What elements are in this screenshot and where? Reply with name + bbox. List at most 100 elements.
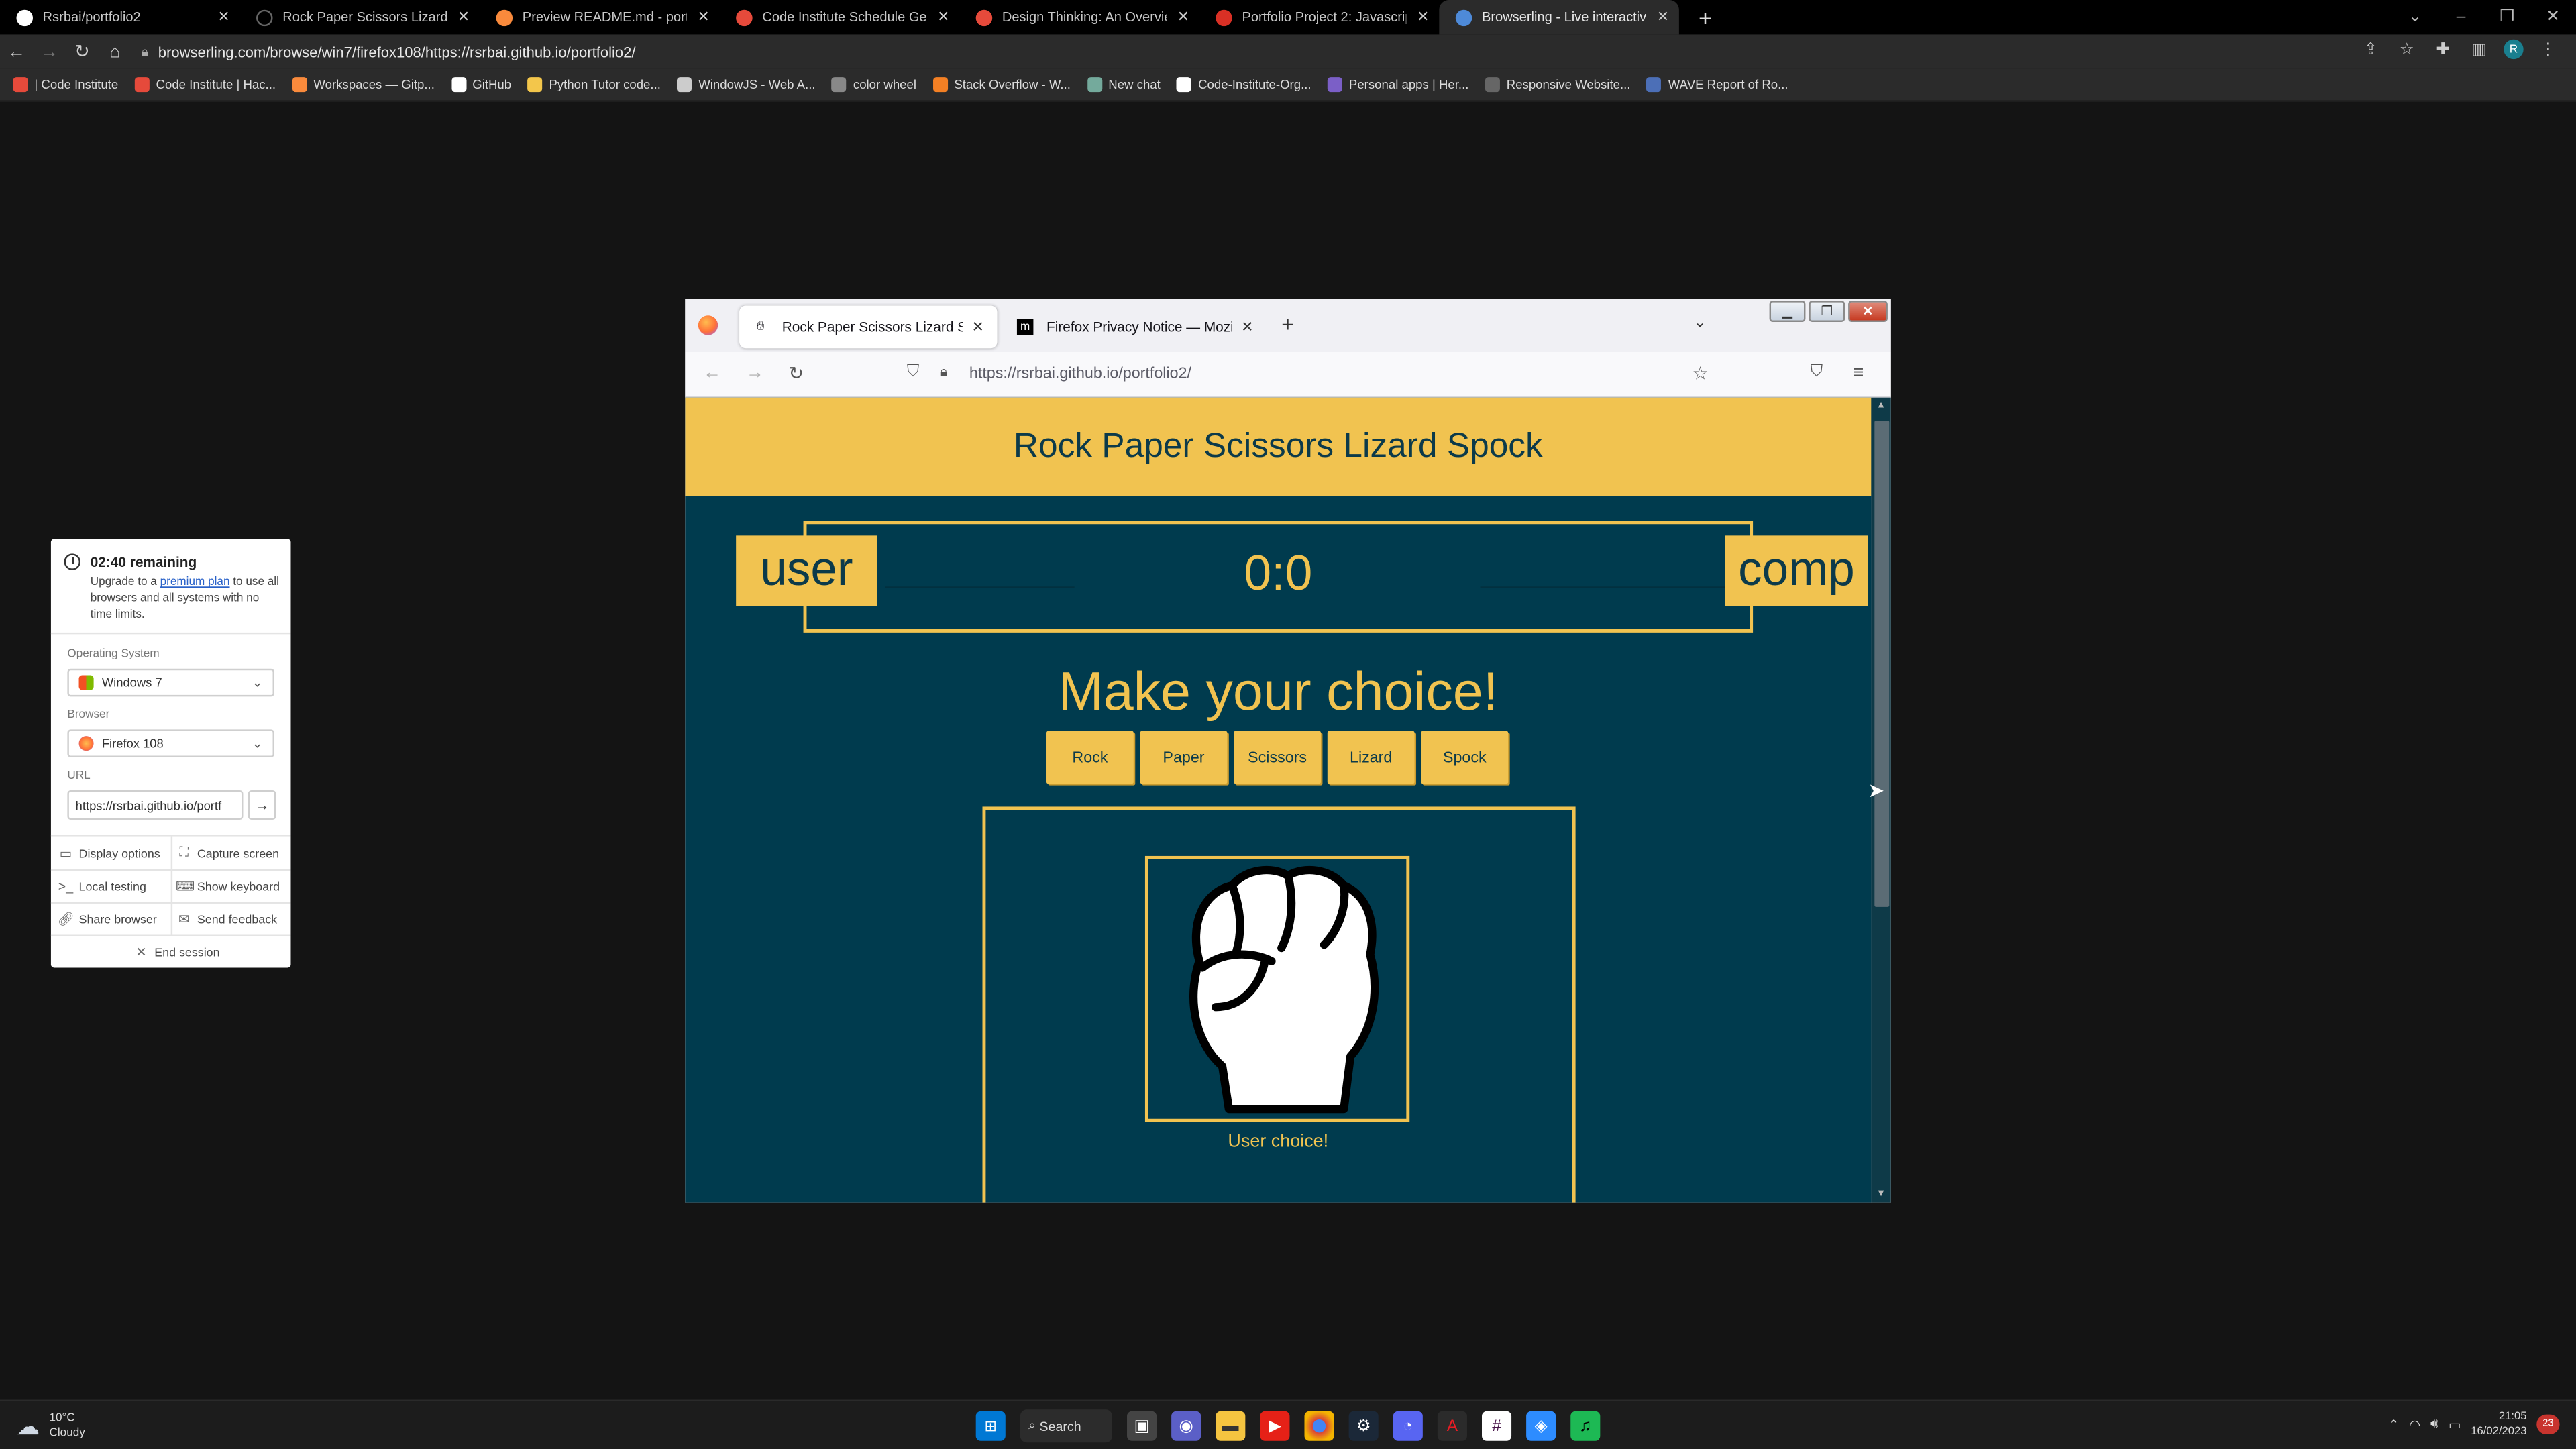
close-icon[interactable]: ✕ <box>217 8 229 26</box>
new-tab-button[interactable]: + <box>1281 312 1294 337</box>
minimize-icon[interactable]: – <box>2438 8 2484 26</box>
bookmark-item[interactable]: New chat <box>1087 77 1161 93</box>
shield-icon[interactable]: ⛉ <box>907 363 919 381</box>
list-tabs-icon[interactable]: ⌄ <box>1694 314 1706 332</box>
forward-icon[interactable]: → <box>746 363 764 382</box>
slack-icon[interactable]: # <box>1481 1411 1512 1441</box>
bookmark-star-icon[interactable]: ☆ <box>2396 40 2418 58</box>
wifi-icon[interactable]: ◠ <box>2409 1417 2420 1432</box>
tab-search-icon[interactable]: ⌄ <box>2392 8 2438 26</box>
forward-icon[interactable]: → <box>33 42 66 61</box>
steam-icon[interactable]: ⚙ <box>1348 1411 1379 1441</box>
youtube-icon[interactable]: ▶ <box>1260 1411 1290 1441</box>
premium-plan-link[interactable]: premium plan <box>160 577 230 588</box>
send-feedback-button[interactable]: ✉ Send feedback <box>176 902 277 935</box>
chrome-tab[interactable]: Rsrbai/portfolio2 ✕ <box>0 0 240 34</box>
scroll-up-icon[interactable]: ▲ <box>1871 401 1890 411</box>
scissors-button[interactable]: Scissors <box>1234 731 1321 784</box>
clock[interactable]: 21:05 16/02/2023 <box>2471 1409 2526 1439</box>
show-keyboard-button[interactable]: ⌨ Show keyboard <box>176 869 280 902</box>
go-arrow-icon[interactable]: → <box>248 790 276 820</box>
teams-chat-icon[interactable]: ◉ <box>1171 1411 1201 1441</box>
close-icon[interactable]: ✕ <box>697 8 709 26</box>
reload-icon[interactable]: ↻ <box>66 41 99 62</box>
bookmark-item[interactable]: color wheel <box>832 77 916 93</box>
pocket-icon[interactable]: ⛉ <box>1811 363 1823 381</box>
acrobat-icon[interactable]: A <box>1437 1411 1467 1441</box>
taskbar-search[interactable]: ⌕ Search <box>1020 1409 1112 1443</box>
bookmark-item[interactable]: Personal apps | Her... <box>1328 77 1468 93</box>
bookmark-item[interactable]: Stack Overflow - W... <box>932 77 1071 93</box>
lock-icon[interactable]: 🔒︎ <box>940 363 948 381</box>
minimize-icon[interactable]: ▁ <box>1769 301 1806 323</box>
scroll-thumb[interactable] <box>1874 420 1890 907</box>
chevron-up-icon[interactable]: ⌃ <box>2388 1417 2399 1432</box>
local-testing-button[interactable]: >_ Local testing <box>58 869 146 902</box>
task-view-icon[interactable]: ▣ <box>1127 1411 1157 1441</box>
extensions-icon[interactable]: ✚ <box>2432 40 2455 58</box>
chrome-tab[interactable]: Design Thinking: An Overview | Coursera✕ <box>959 0 1199 34</box>
close-window-icon[interactable]: ✕ <box>2530 8 2576 26</box>
firefox-tab-active[interactable]: ✋︎ Rock Paper Scissors Lizard Spock ✕ <box>739 305 998 349</box>
battery-icon[interactable]: ▭ <box>2449 1417 2461 1432</box>
restore-icon[interactable]: ❐ <box>2484 8 2530 26</box>
side-panel-icon[interactable]: ▥ <box>2467 40 2490 58</box>
notification-badge[interactable]: 23 <box>2536 1414 2560 1434</box>
chrome-tab[interactable]: Code Institute Schedule Generator✕ <box>720 0 960 34</box>
menu-icon[interactable]: ⋮ <box>2536 40 2559 58</box>
bookmark-item[interactable]: Code-Institute-Org... <box>1177 77 1311 93</box>
file-explorer-icon[interactable]: ▬ <box>1216 1411 1246 1441</box>
chrome-tab[interactable]: Preview README.md - portfolio2✕ <box>480 0 720 34</box>
close-icon[interactable]: ✕ <box>1657 8 1669 26</box>
new-tab-button[interactable]: + <box>1689 4 1722 30</box>
bookmark-item[interactable]: WindowJS - Web A... <box>677 77 816 93</box>
rock-button[interactable]: Rock <box>1046 731 1134 784</box>
scroll-down-icon[interactable]: ▼ <box>1871 1189 1890 1199</box>
bookmark-item[interactable]: Workspaces — Gitp... <box>292 77 435 93</box>
back-icon[interactable]: ← <box>703 363 721 382</box>
close-icon[interactable]: ✕ <box>1417 8 1429 26</box>
chrome-tab[interactable]: Rock Paper Scissors Lizard Spock✕ <box>240 0 480 34</box>
maximize-icon[interactable]: ❐ <box>1809 301 1845 323</box>
close-window-icon[interactable]: ✕ <box>1848 301 1888 323</box>
home-icon[interactable]: ⌂ <box>99 42 131 61</box>
chrome-tab[interactable]: Portfolio Project 2: Javascript Essentia… <box>1199 0 1440 34</box>
profile-avatar[interactable]: R <box>2504 39 2524 60</box>
bookmark-item[interactable]: Code Institute | Hac... <box>134 77 276 93</box>
chrome-tab-active[interactable]: Browserling - Live interactive cross-bro… <box>1439 0 1679 35</box>
reload-icon[interactable]: ↻ <box>789 363 804 384</box>
bookmark-item[interactable]: WAVE Report of Ro... <box>1646 77 1788 93</box>
bookmark-item[interactable]: | Code Institute <box>13 77 119 93</box>
windows-start-icon[interactable]: ⊞ <box>975 1411 1006 1441</box>
firefox-tab[interactable]: m Firefox Privacy Notice — Mozilla ✕ <box>1004 306 1267 349</box>
lizard-button[interactable]: Lizard <box>1327 731 1415 784</box>
back-icon[interactable]: ← <box>0 42 33 61</box>
display-options-button[interactable]: ▭ Display options <box>58 837 160 869</box>
bookmark-item[interactable]: GitHub <box>451 77 511 93</box>
zoom-icon[interactable]: ◈ <box>1526 1411 1556 1441</box>
share-browser-button[interactable]: 🔗︎ Share browser <box>58 902 157 935</box>
chrome-icon[interactable] <box>1304 1411 1334 1441</box>
share-icon[interactable]: ⇪ <box>2359 40 2382 58</box>
bookmark-item[interactable]: Python Tutor code... <box>527 77 661 93</box>
lock-icon[interactable]: 🔒︎ <box>142 44 148 60</box>
os-select[interactable]: Windows 7 ⌄ <box>67 668 274 697</box>
capture-screen-button[interactable]: ⛶ Capture screen <box>176 837 279 869</box>
spotify-icon[interactable]: ♫ <box>1570 1411 1601 1441</box>
close-icon[interactable]: ✕ <box>1177 8 1189 26</box>
close-icon[interactable]: ✕ <box>937 8 949 26</box>
close-icon[interactable]: ✕ <box>458 8 470 26</box>
weather-widget[interactable]: ☁ 10°C Cloudy <box>16 1411 85 1441</box>
discord-icon[interactable]: ◔ <box>1393 1411 1423 1441</box>
hamburger-menu-icon[interactable]: ≡ <box>1853 363 1864 382</box>
address-bar[interactable]: 🔒︎ browserling.com/browse/win7/firefox10… <box>142 38 2326 66</box>
end-session-button[interactable]: ✕ End session <box>133 934 219 967</box>
paper-button[interactable]: Paper <box>1140 731 1228 784</box>
url-input[interactable]: https://rsrbai.github.io/portf <box>67 790 244 820</box>
spock-button[interactable]: Spock <box>1421 731 1509 784</box>
browser-select[interactable]: Firefox 108 ⌄ <box>67 729 274 757</box>
bookmark-item[interactable]: Responsive Website... <box>1485 77 1630 93</box>
firefox-url-bar[interactable]: https://rsrbai.github.io/portfolio2/ <box>969 365 1191 383</box>
bookmark-star-icon[interactable]: ☆ <box>1692 363 1708 384</box>
close-icon[interactable]: ✕ <box>1241 318 1253 336</box>
